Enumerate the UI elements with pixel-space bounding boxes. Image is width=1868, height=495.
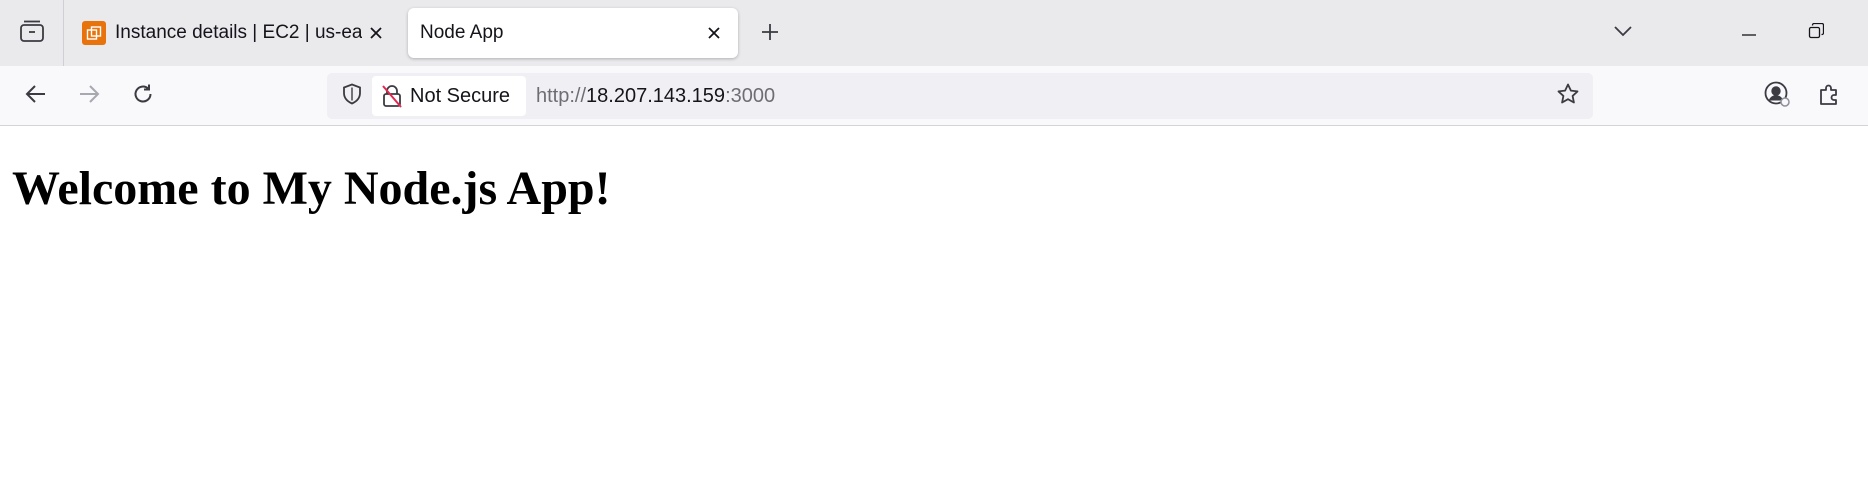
navigation-toolbar: Not Secure http://18.207.143.159:3000 [0, 66, 1868, 126]
restore-button[interactable] [1796, 14, 1836, 52]
tab-ec2-instance-details[interactable]: Instance details | EC2 | us-east-1 [72, 8, 390, 58]
site-security-indicator[interactable]: Not Secure [372, 76, 526, 116]
bookmark-button[interactable] [1551, 79, 1585, 113]
shield-icon [342, 83, 362, 110]
account-button[interactable] [1757, 76, 1797, 116]
url-scheme: http:// [536, 84, 587, 107]
tab-title: Instance details | EC2 | us-east-1 [115, 22, 362, 43]
plus-icon [760, 22, 780, 47]
forward-button[interactable] [69, 76, 109, 116]
insecure-lock-icon [382, 84, 402, 108]
new-tab-button[interactable] [752, 16, 788, 52]
address-bar[interactable]: Not Secure http://18.207.143.159:3000 [327, 73, 1593, 119]
reload-icon [132, 83, 154, 110]
url-host: 18.207.143.159 [586, 84, 726, 107]
tab-title: Node App [420, 22, 504, 43]
page-content: Welcome to My Node.js App! [0, 126, 1868, 495]
list-all-tabs-button[interactable] [1603, 14, 1643, 52]
restore-icon [1808, 22, 1825, 44]
tracking-protection-button[interactable] [335, 79, 369, 113]
close-tab-icon[interactable] [362, 19, 390, 47]
tab-overview-button[interactable] [0, 0, 64, 66]
security-label: Not Secure [410, 84, 511, 107]
minimize-button[interactable] [1729, 14, 1769, 52]
reload-button[interactable] [123, 76, 163, 116]
tab-strip: Instance details | EC2 | us-east-1 Node … [0, 0, 1868, 66]
chevron-down-icon [1613, 24, 1633, 42]
close-tab-icon[interactable] [700, 19, 728, 47]
minimize-icon [1741, 24, 1757, 42]
tab-overview-icon [19, 19, 45, 48]
aws-ec2-icon [82, 21, 106, 45]
star-icon [1556, 82, 1580, 111]
puzzle-piece-icon [1818, 82, 1842, 111]
extensions-button[interactable] [1810, 76, 1850, 116]
page-heading: Welcome to My Node.js App! [12, 162, 611, 215]
url-port: :3000 [725, 84, 776, 107]
account-icon [1763, 80, 1791, 113]
tab-node-app[interactable]: Node App [408, 8, 738, 58]
arrow-left-icon [25, 84, 47, 109]
url-display[interactable]: http://18.207.143.159:3000 [536, 73, 775, 119]
back-button[interactable] [16, 76, 56, 116]
arrow-right-icon [78, 84, 100, 109]
